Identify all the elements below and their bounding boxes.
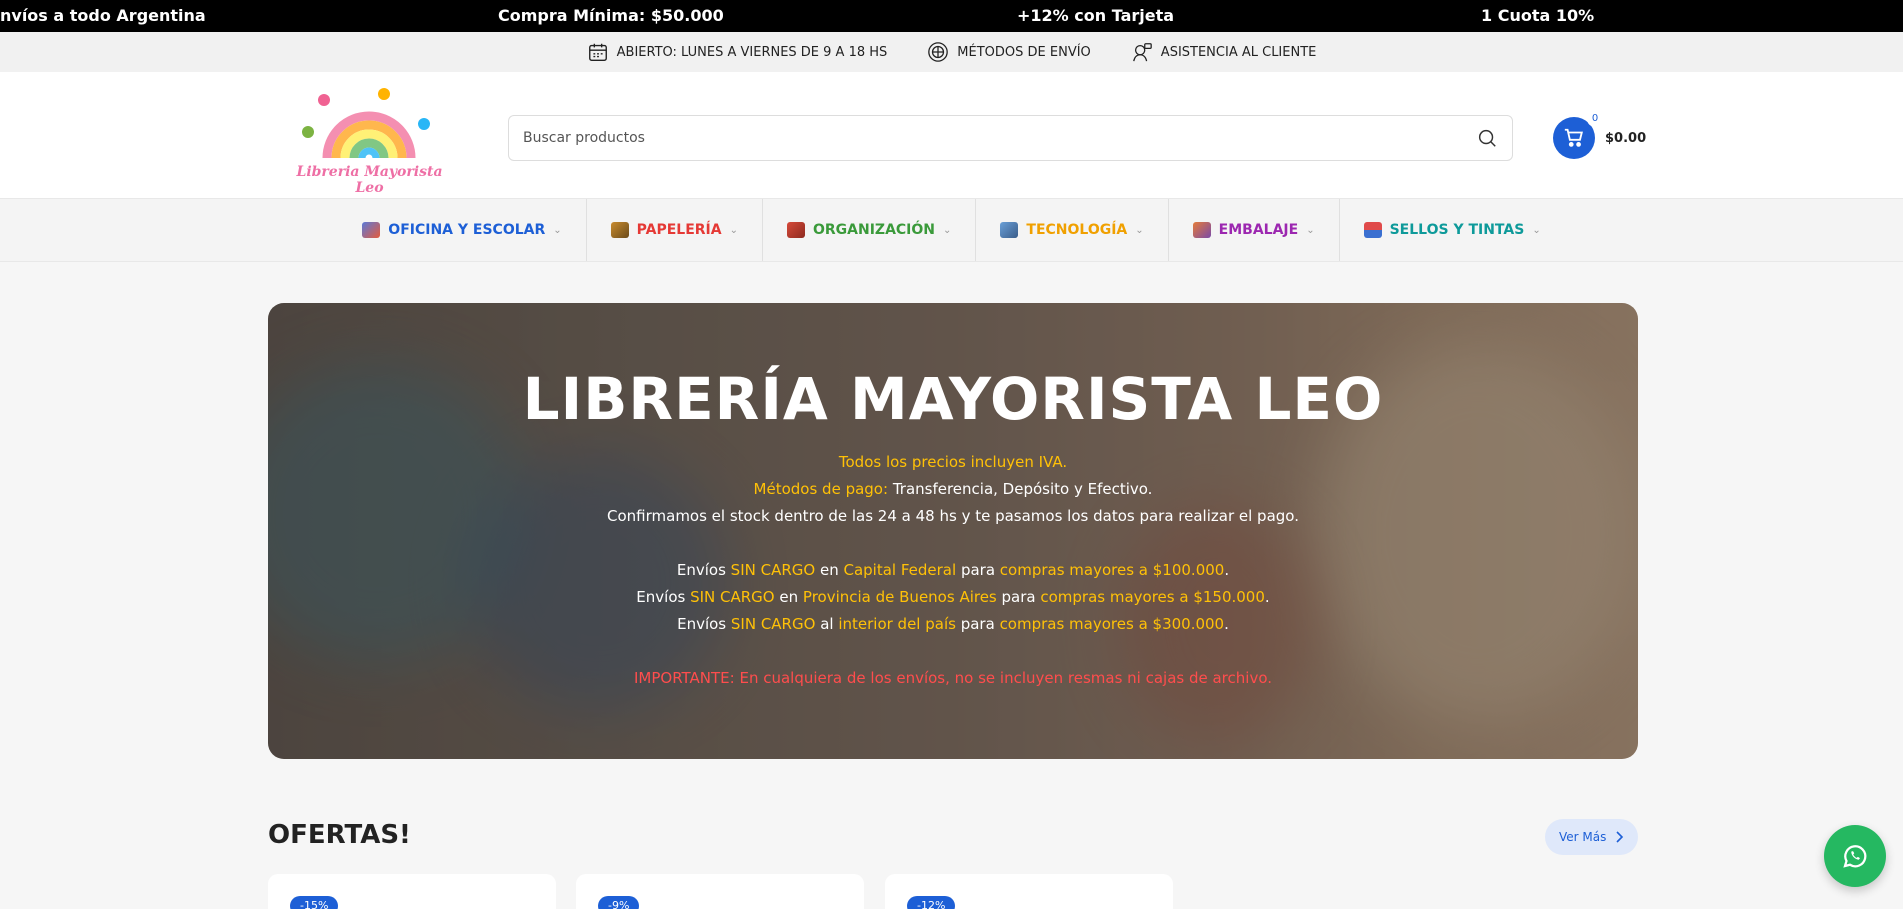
shipping-word: Envíos <box>677 615 731 633</box>
nav-oficina-escolar[interactable]: OFICINA Y ESCOLAR ⌄ <box>338 199 587 261</box>
region-interior: interior del país <box>838 615 956 633</box>
nav-sellos-tintas[interactable]: SELLOS Y TINTAS ⌄ <box>1340 199 1565 261</box>
customer-support-link[interactable]: ASISTENCIA AL CLIENTE <box>1131 41 1317 63</box>
shipping-methods-link[interactable]: MÉTODOS DE ENVÍO <box>927 41 1091 63</box>
nav-label: ORGANIZACIÓN <box>812 222 936 238</box>
cart-widget[interactable]: 0 $0.00 <box>1553 111 1647 159</box>
hero-payment-line: Métodos de pago: Transferencia, Depósito… <box>268 480 1638 498</box>
chevron-down-icon: ⌄ <box>729 224 738 236</box>
connector: en <box>815 561 844 579</box>
rainbow-logo-icon <box>302 88 430 159</box>
free-shipping-label: SIN CARGO <box>690 588 775 606</box>
chevron-down-icon: ⌄ <box>1306 224 1315 236</box>
cart-total: $0.00 <box>1605 130 1647 146</box>
cart-count-badge: 0 <box>1587 111 1603 127</box>
shipping-word: Envíos <box>676 561 731 579</box>
region-pba: Provincia de Buenos Aires <box>802 588 997 606</box>
region-caba: Capital Federal <box>843 561 957 579</box>
hero-title: LIBRERÍA MAYORISTA LEO <box>522 365 1384 433</box>
nav-tecnologia[interactable]: TECNOLOGÍA ⌄ <box>976 199 1169 261</box>
chevron-down-icon: ⌄ <box>943 224 952 236</box>
calendar-icon <box>588 43 607 61</box>
hero-banner: LIBRERÍA MAYORISTA LEO Todos los precios… <box>268 303 1638 759</box>
box-emoji-icon <box>786 222 805 238</box>
payment-value: Transferencia, Depósito y Efectivo. <box>888 480 1153 498</box>
chevron-down-icon: ⌄ <box>1532 224 1541 236</box>
paper-emoji-icon <box>610 222 629 238</box>
free-shipping-label: SIN CARGO <box>730 561 816 579</box>
product-card[interactable]: -9% <box>576 874 864 909</box>
period: . <box>1264 588 1270 606</box>
shipping-word: Envíos <box>636 588 691 606</box>
discount-badge: -12% <box>907 896 956 909</box>
promo-ticker: nvíos a todo Argentina Compra Mínima: $5… <box>0 0 1903 32</box>
package-emoji-icon <box>1192 222 1211 238</box>
logo-text: Libreria Mayorista Leo <box>296 164 443 196</box>
office-emoji-icon <box>362 222 381 238</box>
hero-shipping-caba: Envíos SIN CARGO en Capital Federal para… <box>268 561 1638 579</box>
ticker-item: 1 Cuota 10% <box>1481 6 1595 25</box>
connector: para <box>996 588 1041 606</box>
payment-label: Métodos de pago: <box>753 480 889 498</box>
chevron-down-icon: ⌄ <box>553 224 562 236</box>
connector: en <box>774 588 803 606</box>
offers-title: OFERTAS! <box>268 820 411 850</box>
nav-label: PAPELERÍA <box>636 222 722 238</box>
see-more-button[interactable]: Ver Más <box>1545 819 1639 855</box>
ticker-item: Compra Mínima: $50.000 <box>498 6 724 25</box>
site-logo[interactable]: Libreria Mayorista Leo <box>282 86 457 196</box>
discount-badge: -9% <box>598 896 640 909</box>
laptop-emoji-icon <box>1000 222 1019 238</box>
connector: para <box>956 561 1000 579</box>
min-caba: compras mayores a $100.000 <box>999 561 1225 579</box>
ticker-item: nvíos a todo Argentina <box>0 6 206 25</box>
min-interior: compras mayores a $300.000 <box>999 615 1225 633</box>
see-more-label: Ver Más <box>1559 830 1607 844</box>
category-nav: OFICINA Y ESCOLAR ⌄ PAPELERÍA ⌄ ORGANIZACI… <box>0 198 1903 262</box>
search-icon[interactable] <box>1476 127 1498 149</box>
hero-important-notice: IMPORTANTE: En cualquiera de los envíos,… <box>633 669 1273 687</box>
support-agent-icon <box>1132 43 1152 62</box>
nav-organizacion[interactable]: ORGANIZACIÓN ⌄ <box>763 199 977 261</box>
connector: al <box>815 615 839 633</box>
nav-embalaje[interactable]: EMBALAJE ⌄ <box>1169 199 1340 261</box>
whatsapp-icon <box>1843 845 1867 868</box>
period: . <box>1224 615 1229 633</box>
globe-icon <box>928 42 949 62</box>
product-card[interactable]: -12% <box>885 874 1173 909</box>
shipping-methods-label: MÉTODOS DE ENVÍO <box>957 44 1091 60</box>
hours-label: ABIERTO: LUNES A VIERNES DE 9 A 18 HS <box>616 44 888 60</box>
hero-content: LIBRERÍA MAYORISTA LEO Todos los precios… <box>268 303 1638 759</box>
site-header: Libreria Mayorista Leo 0 $0.00 <box>0 72 1903 198</box>
hero-stock-text: Confirmamos el stock dentro de las 24 a … <box>607 507 1299 525</box>
discount-badge: -15% <box>290 896 339 909</box>
connector: para <box>955 615 1000 633</box>
customer-support-label: ASISTENCIA AL CLIENTE <box>1160 44 1317 60</box>
search-input[interactable] <box>523 130 1476 146</box>
hero-shipping-pba: Envíos SIN CARGO en Provincia de Buenos … <box>268 588 1638 606</box>
nav-label: EMBALAJE <box>1218 222 1299 238</box>
chevron-down-icon: ⌄ <box>1135 224 1144 236</box>
hero-iva-text: Todos los precios incluyen IVA. <box>838 453 1068 471</box>
search-bar <box>508 115 1513 161</box>
min-pba: compras mayores a $150.000 <box>1040 588 1265 606</box>
period: . <box>1224 561 1230 579</box>
whatsapp-button[interactable] <box>1824 825 1886 887</box>
cart-icon <box>1564 128 1583 147</box>
chevron-right-icon <box>1616 831 1624 843</box>
hours-info: ABIERTO: LUNES A VIERNES DE 9 A 18 HS <box>587 41 888 63</box>
hero-shipping-interior: Envíos SIN CARGO al interior del país pa… <box>268 615 1638 633</box>
nav-label: TECNOLOGÍA <box>1026 222 1128 238</box>
info-bar: ABIERTO: LUNES A VIERNES DE 9 A 18 HS MÉ… <box>0 32 1903 72</box>
cart-button[interactable]: 0 <box>1553 111 1603 159</box>
free-shipping-label: SIN CARGO <box>730 615 816 633</box>
nav-label: SELLOS Y TINTAS <box>1389 222 1525 238</box>
stamp-emoji-icon <box>1363 222 1382 238</box>
nav-label: OFICINA Y ESCOLAR <box>388 222 546 238</box>
nav-papeleria[interactable]: PAPELERÍA ⌄ <box>587 199 763 261</box>
ticker-item: +12% con Tarjeta <box>1017 6 1175 25</box>
product-card[interactable]: -15% <box>268 874 556 909</box>
